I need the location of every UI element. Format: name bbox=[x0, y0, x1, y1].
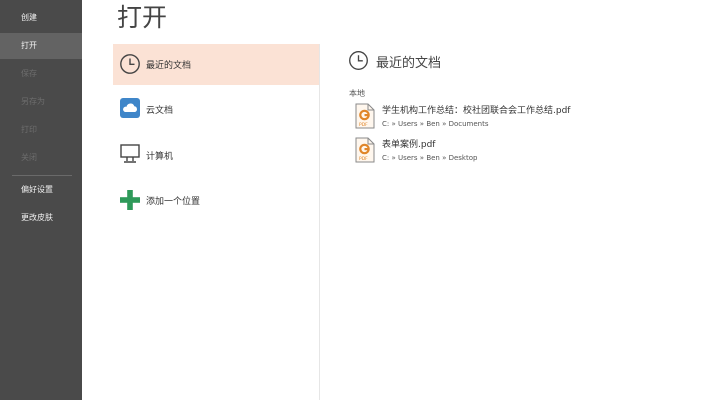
sidebar-item-save-as[interactable]: 另存为 bbox=[0, 89, 82, 115]
place-label: 计算机 bbox=[146, 152, 174, 162]
sidebar-item-save[interactable]: 保存 bbox=[0, 61, 82, 87]
page-title: 打开 bbox=[117, 3, 168, 32]
sidebar-item-open[interactable]: 打开 bbox=[0, 33, 82, 59]
file-name: 学生机构工作总结：校社团联合会工作总结.pdf bbox=[382, 106, 571, 116]
svg-text:PDF: PDF bbox=[359, 122, 368, 128]
place-add-location[interactable]: 添加一个位置 bbox=[113, 179, 319, 220]
sidebar-item-close[interactable]: 关闭 bbox=[0, 145, 82, 171]
svg-text:PDF: PDF bbox=[359, 156, 368, 162]
sidebar-divider bbox=[12, 175, 72, 176]
sidebar-item-create[interactable]: 创建 bbox=[0, 5, 82, 31]
place-cloud-documents[interactable]: 云文档 bbox=[113, 89, 319, 130]
clock-icon bbox=[120, 54, 140, 74]
cloud-icon bbox=[120, 98, 140, 118]
place-recent-documents[interactable]: 最近的文档 bbox=[113, 44, 319, 85]
place-computer[interactable]: 计算机 bbox=[113, 134, 319, 175]
places-list: 最近的文档 云文档 计算机 添加一个位置 bbox=[113, 44, 319, 400]
backstage-sidebar: 创建 打开 保存 另存为 打印 关闭 偏好设置 更改皮肤 bbox=[0, 0, 82, 400]
recent-file-item[interactable]: PDF 表单案例.pdf C: » Users » Ben » Desktop bbox=[355, 137, 685, 167]
place-label: 云文档 bbox=[146, 106, 174, 116]
place-label: 添加一个位置 bbox=[146, 197, 201, 207]
file-path: C: » Users » Ben » Desktop bbox=[382, 154, 478, 162]
plus-icon bbox=[120, 190, 140, 210]
place-label: 最近的文档 bbox=[146, 61, 192, 71]
recent-file-item[interactable]: PDF 学生机构工作总结：校社团联合会工作总结.pdf C: » Users »… bbox=[355, 103, 685, 133]
file-path: C: » Users » Ben » Documents bbox=[382, 120, 489, 128]
computer-icon bbox=[120, 144, 140, 163]
clock-icon bbox=[349, 51, 368, 70]
recent-documents-heading: 最近的文档 bbox=[376, 56, 442, 71]
pdf-file-icon: PDF bbox=[355, 103, 375, 129]
local-group-label: 本地 bbox=[349, 89, 365, 98]
panel-divider bbox=[319, 44, 320, 400]
sidebar-item-change-skin[interactable]: 更改皮肤 bbox=[0, 205, 82, 231]
sidebar-item-preferences[interactable]: 偏好设置 bbox=[0, 177, 82, 203]
pdf-file-icon: PDF bbox=[355, 137, 375, 163]
file-name: 表单案例.pdf bbox=[382, 140, 436, 150]
sidebar-item-print[interactable]: 打印 bbox=[0, 117, 82, 143]
